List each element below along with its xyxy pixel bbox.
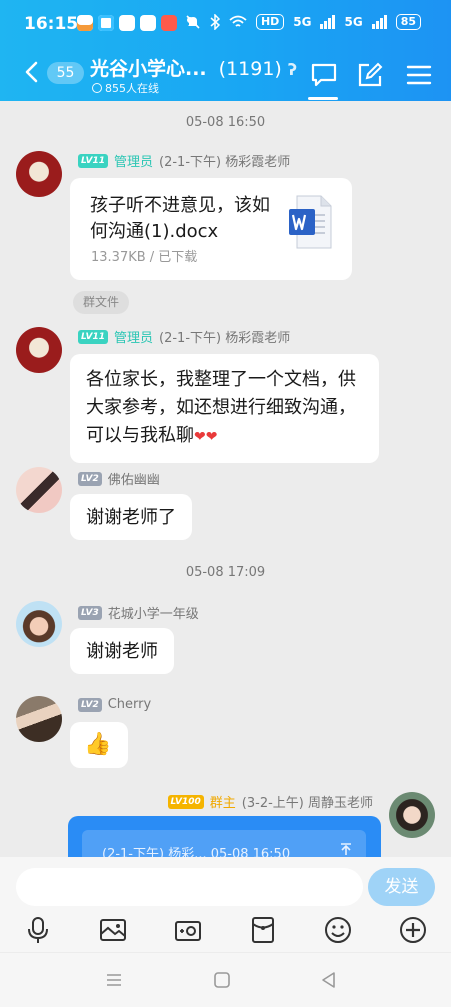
recent-apps-icon[interactable] bbox=[104, 970, 124, 990]
sender-info: LV2 Cherry bbox=[78, 697, 151, 712]
role-label: 群主 bbox=[209, 796, 236, 811]
message-input[interactable] bbox=[16, 868, 363, 906]
signal-1-icon bbox=[320, 15, 336, 29]
word-document-icon bbox=[289, 195, 332, 249]
input-toolbar bbox=[0, 913, 451, 949]
signal-1-label: 5G bbox=[293, 15, 312, 29]
avatar[interactable] bbox=[16, 151, 62, 197]
battery-indicator: 85 bbox=[395, 14, 421, 30]
role-label: 管理员 bbox=[114, 155, 154, 170]
unread-count-badge[interactable]: 55 bbox=[47, 62, 84, 84]
earpiece-mode-icon: ʔ bbox=[287, 60, 298, 79]
wifi-icon bbox=[229, 15, 247, 27]
image-icon[interactable] bbox=[98, 915, 128, 945]
timestamp: 05-08 17:09 bbox=[185, 565, 266, 580]
hd-badge: HD bbox=[255, 14, 285, 30]
online-icon bbox=[92, 83, 102, 93]
menu-icon[interactable] bbox=[405, 61, 433, 89]
sender-info: LV100 群主 (3-2-上午) 周静玉老师 bbox=[167, 792, 373, 811]
system-status-icons: HD 5G 5G 85 bbox=[185, 14, 421, 30]
chat-icon[interactable] bbox=[310, 61, 338, 89]
file-name: 孩子听不进意见，该如何沟通(1).docx bbox=[90, 195, 270, 242]
level-badge: LV2 bbox=[78, 697, 102, 712]
level-badge: LV100 bbox=[167, 794, 204, 809]
notification-app-icon bbox=[77, 15, 93, 31]
signal-2-icon bbox=[371, 15, 387, 29]
notification-app-icon bbox=[98, 15, 114, 31]
sender-info: LV11 管理员 (2-1-下午) 杨彩霞老师 bbox=[78, 327, 290, 346]
signal-2-label: 5G bbox=[344, 15, 363, 29]
microphone-icon[interactable] bbox=[23, 915, 53, 945]
online-count: 855人在线 bbox=[105, 82, 159, 95]
status-time: 16:15 bbox=[24, 14, 79, 34]
notification-icons bbox=[77, 15, 177, 31]
online-status: 855人在线 bbox=[92, 80, 159, 96]
avatar[interactable] bbox=[16, 467, 62, 513]
back-icon[interactable] bbox=[319, 970, 339, 990]
emoji-icon[interactable] bbox=[323, 915, 353, 945]
avatar[interactable] bbox=[16, 696, 62, 742]
level-badge: LV2 bbox=[78, 471, 102, 486]
avatar[interactable] bbox=[16, 601, 62, 647]
own-avatar[interactable] bbox=[389, 792, 435, 838]
sender-name: (2-1-下午) 杨彩霞老师 bbox=[159, 155, 291, 170]
notification-app-icon bbox=[119, 15, 135, 31]
notification-app-icon bbox=[140, 15, 156, 31]
sender-info: LV11 管理员 (2-1-下午) 杨彩霞老师 bbox=[78, 151, 290, 170]
message-bubble[interactable]: 谢谢老师了 bbox=[70, 494, 192, 540]
level-badge: LV11 bbox=[78, 153, 108, 168]
avatar[interactable] bbox=[16, 327, 62, 373]
thumbs-up-emoji[interactable]: 👍 bbox=[70, 722, 128, 768]
timestamp: 05-08 16:50 bbox=[185, 115, 266, 130]
mute-icon bbox=[186, 15, 200, 29]
message-text: 👍 bbox=[84, 732, 112, 757]
active-tab-indicator bbox=[308, 97, 338, 100]
level-badge: LV11 bbox=[78, 329, 108, 344]
composer: 发送 bbox=[0, 857, 451, 1007]
group-title[interactable]: 光谷小学心... (1191) ʔ bbox=[90, 54, 297, 81]
sender-name: (2-1-下午) 杨彩霞老师 bbox=[159, 331, 291, 346]
file-card[interactable]: 孩子听不进意见，该如何沟通(1).docx 13.37KB / 已下载 bbox=[70, 178, 352, 280]
heart-emoji: ❤❤ bbox=[194, 429, 218, 445]
send-button[interactable]: 发送 bbox=[368, 868, 435, 906]
camera-icon[interactable] bbox=[173, 915, 203, 945]
red-packet-icon[interactable] bbox=[248, 915, 278, 945]
notification-app-icon bbox=[161, 15, 177, 31]
add-icon[interactable] bbox=[398, 915, 428, 945]
message-bubble[interactable]: 各位家长，我整理了一个文档，供大家参考，如还想进行细致沟通，可以与我私聊❤❤ bbox=[70, 354, 379, 463]
level-badge: LV3 bbox=[78, 605, 102, 620]
home-icon[interactable] bbox=[212, 970, 232, 990]
sender-info: LV2 佛佑幽幽 bbox=[78, 469, 160, 488]
group-file-tag[interactable]: 群文件 bbox=[73, 291, 130, 314]
chat-header: 16:15 HD 5G 5G 85 55 光谷小学心... (1191) ʔ 8… bbox=[0, 0, 451, 101]
back-arrow-icon[interactable] bbox=[22, 59, 42, 85]
sender-name: Cherry bbox=[107, 697, 152, 712]
group-name: 光谷小学心... bbox=[90, 58, 207, 80]
message-text: 谢谢老师了 bbox=[86, 507, 176, 528]
sender-name: 佛佑幽幽 bbox=[107, 473, 160, 488]
role-label: 管理员 bbox=[114, 331, 154, 346]
file-meta: 13.37KB / 已下载 bbox=[91, 250, 198, 265]
edit-icon[interactable] bbox=[356, 61, 384, 89]
bluetooth-icon bbox=[210, 14, 220, 30]
sender-name: (3-2-上午) 周静玉老师 bbox=[241, 796, 373, 811]
message-text: 各位家长，我整理了一个文档，供大家参考，如还想进行细致沟通，可以与我私聊 bbox=[86, 369, 356, 446]
member-count: (1191) bbox=[218, 58, 282, 80]
title-bar: 55 光谷小学心... (1191) ʔ 855人在线 bbox=[0, 52, 451, 101]
message-text: 谢谢老师 bbox=[86, 641, 158, 662]
scroll-to-top-icon[interactable] bbox=[339, 842, 353, 856]
message-bubble[interactable]: 谢谢老师 bbox=[70, 628, 174, 674]
sender-name: 花城小学一年级 bbox=[107, 607, 199, 622]
status-bar: 16:15 HD 5G 5G 85 bbox=[0, 0, 451, 52]
system-navigation-bar bbox=[0, 952, 451, 1007]
sender-info: LV3 花城小学一年级 bbox=[78, 603, 199, 622]
